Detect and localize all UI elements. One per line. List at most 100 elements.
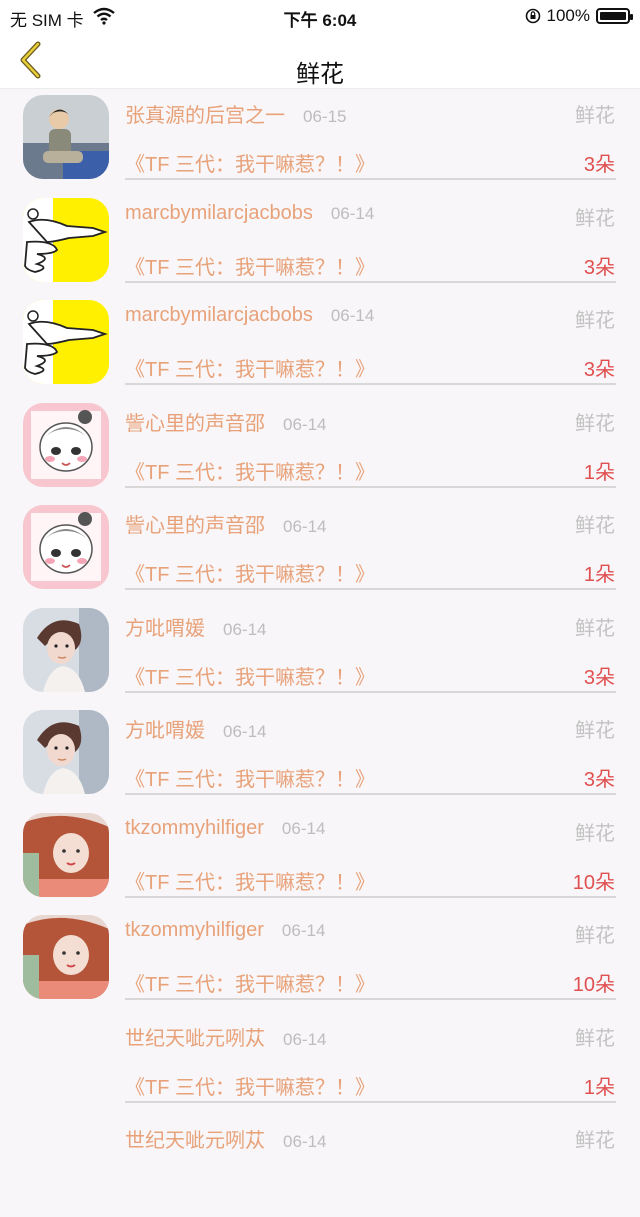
- gift-date: 06-14: [283, 414, 327, 434]
- page-title: 鲜花: [296, 61, 344, 88]
- book-title-link[interactable]: 《TF 三代：我干嘛惹？！》: [125, 763, 375, 792]
- avatar[interactable]: [23, 197, 109, 282]
- flower-count: 1朵: [583, 564, 615, 586]
- sender-name: 方吡喟媛 06-14: [125, 612, 266, 641]
- battery-icon: [596, 8, 633, 24]
- gift-type-label: 鲜花: [575, 1130, 615, 1152]
- list-item[interactable]: marcbymilarcjacbobs 06-14 鲜花《TF 三代：我干嘛惹？！》…: [0, 192, 640, 295]
- list-item[interactable]: tkzommyhilfiger 06-14 鲜花《TF 三代：我干嘛惹？！》 10朵: [0, 909, 640, 1012]
- list-item[interactable]: 世纪天呲元咧苁 06-14 鲜花 《TF 三代：我干嘛惹？！》 1朵: [0, 1012, 640, 1115]
- sender-name-text: 世纪天呲元咧苁: [125, 1027, 265, 1050]
- avatar[interactable]: [23, 300, 109, 384]
- sender-name: marcbymilarcjacbobs 06-14: [125, 202, 374, 225]
- avatar[interactable]: [23, 812, 109, 897]
- flower-count: 1朵: [583, 461, 615, 484]
- status-right: 100%: [525, 6, 633, 26]
- battery-percentage: 100%: [546, 6, 590, 25]
- gift-date: 06-14: [330, 306, 375, 325]
- gift-type-label: 鲜花: [575, 412, 615, 435]
- sender-name-text: 世纪天呲元咧苁: [125, 1130, 265, 1152]
- flower-count: 3朵: [583, 769, 615, 791]
- sender-name-text: tkzommyhilfiger: [125, 816, 264, 839]
- gift-date: 06-14: [283, 1029, 327, 1049]
- book-title-link[interactable]: 《TF 三代：我干嘛惹？！》: [125, 456, 375, 485]
- gift-type-label: 鲜花: [575, 720, 615, 742]
- sender-name: marcbymilarcjacbobs 06-14: [125, 304, 374, 327]
- gift-type-label: 鲜花: [575, 310, 615, 332]
- gift-type-label: 鲜花: [575, 617, 615, 640]
- gift-date: 06-14: [281, 921, 326, 940]
- row-divider: [125, 793, 616, 795]
- row-divider: [125, 383, 616, 385]
- list-item[interactable]: 方吡喟媛 06-14 鲜花《TF 三代：我干嘛惹？！》 3朵: [0, 704, 640, 807]
- avatar[interactable]: [23, 402, 109, 487]
- book-title-link[interactable]: 《TF 三代：我干嘛惹？！》: [125, 1071, 375, 1100]
- sender-name: 方吡喟媛 06-14: [125, 714, 266, 743]
- sender-name-text: 张真源的后宫之一: [125, 105, 285, 127]
- gift-type-label: 鲜花: [575, 515, 615, 537]
- gift-date: 06-14: [281, 818, 326, 838]
- list-item[interactable]: 方吡喟媛 06-14 鲜花《TF 三代：我干嘛惹？！》 3朵: [0, 602, 640, 705]
- sender-name-text: 方吡喟媛: [125, 720, 205, 742]
- sender-name-text: marcbymilarcjacbobs: [125, 304, 313, 326]
- gift-date: 06-14: [283, 1132, 327, 1151]
- flower-count: 3朵: [583, 359, 615, 381]
- flower-gift-list: 张真源的后宫之一 06-15 鲜花 《TF 三代：我干嘛惹？！》 3朵 marcbymil…: [0, 89, 640, 1217]
- row-divider: [125, 998, 616, 1000]
- status-bar: 无 SIM 卡 下午 6:04 100%: [0, 0, 640, 32]
- gift-date: 06-15: [303, 107, 347, 126]
- book-title-link[interactable]: 《TF 三代：我干嘛惹？！》: [125, 251, 375, 280]
- book-title-link[interactable]: 《TF 三代：我干嘛惹？！》: [125, 353, 375, 382]
- row-divider: [125, 485, 616, 488]
- sender-name: 訾心里的声音邵 06-14: [125, 509, 326, 538]
- list-item[interactable]: 訾心里的声音邵 06-14 鲜花《TF 三代：我干嘛惹？！》 1朵: [0, 499, 640, 602]
- row-divider: [125, 895, 616, 898]
- book-title-link[interactable]: 《TF 三代：我干嘛惹？！》: [125, 148, 375, 177]
- avatar[interactable]: [23, 505, 109, 589]
- sender-name-text: 訾心里的声音邵: [125, 515, 265, 537]
- book-title-link[interactable]: 《TF 三代：我干嘛惹？！》: [125, 866, 375, 895]
- flower-count: 1朵: [583, 1076, 615, 1099]
- list-item[interactable]: 世纪天呲元咧苁 06-14 鲜花: [0, 1114, 640, 1217]
- row-divider: [125, 588, 616, 590]
- book-title-link[interactable]: 《TF 三代：我干嘛惹？！》: [125, 661, 375, 690]
- flower-count: 10朵: [572, 974, 615, 996]
- sender-name: tkzommyhilfiger 06-14: [125, 817, 325, 840]
- gift-type-label: 鲜花: [575, 925, 615, 947]
- flower-count: 10朵: [572, 871, 615, 894]
- navigation-bar: 鲜花: [0, 32, 640, 89]
- sender-name: tkzommyhilfiger 06-14: [125, 919, 325, 942]
- gift-type-label: 鲜花: [575, 207, 615, 230]
- rotation-lock-icon: [525, 8, 540, 24]
- gift-type-label: 鲜花: [575, 105, 615, 127]
- gift-type-label: 鲜花: [575, 822, 615, 845]
- flower-count: 3朵: [583, 666, 615, 689]
- row-divider: [125, 1100, 616, 1103]
- avatar[interactable]: [23, 710, 109, 794]
- gift-date: 06-14: [330, 203, 375, 223]
- avatar[interactable]: [23, 607, 109, 692]
- sender-name-text: 方吡喟媛: [125, 617, 205, 640]
- list-item[interactable]: 訾心里的声音邵 06-14 鲜花《TF 三代：我干嘛惹？！》 1朵: [0, 397, 640, 500]
- row-divider: [125, 280, 616, 283]
- flower-count: 3朵: [583, 256, 615, 279]
- gift-date: 06-14: [283, 517, 327, 536]
- sender-name: 世纪天呲元咧苁 06-14: [125, 1124, 326, 1153]
- row-divider: [125, 178, 616, 180]
- gift-date: 06-14: [223, 619, 267, 639]
- avatar[interactable]: [23, 95, 109, 179]
- list-item[interactable]: marcbymilarcjacbobs 06-14 鲜花《TF 三代：我干嘛惹？！》…: [0, 294, 640, 397]
- list-item[interactable]: tkzommyhilfiger 06-14 鲜花《TF 三代：我干嘛惹？！》 10朵: [0, 807, 640, 910]
- flower-count: 3朵: [583, 154, 615, 176]
- gift-date: 06-14: [223, 722, 267, 741]
- sender-name: 张真源的后宫之一 06-15: [125, 99, 346, 128]
- list-item[interactable]: 张真源的后宫之一 06-15 鲜花《TF 三代：我干嘛惹？！》 3朵: [0, 89, 640, 192]
- book-title-link[interactable]: 《TF 三代：我干嘛惹？！》: [125, 968, 375, 997]
- avatar[interactable]: [23, 915, 109, 999]
- sender-name: 訾心里的声音邵 06-14: [125, 407, 326, 436]
- row-divider: [125, 690, 616, 693]
- sender-name-text: tkzommyhilfiger: [125, 919, 264, 941]
- sender-name: 世纪天呲元咧苁 06-14: [125, 1022, 326, 1051]
- sender-name-text: 訾心里的声音邵: [125, 412, 265, 435]
- book-title-link[interactable]: 《TF 三代：我干嘛惹？！》: [125, 558, 375, 587]
